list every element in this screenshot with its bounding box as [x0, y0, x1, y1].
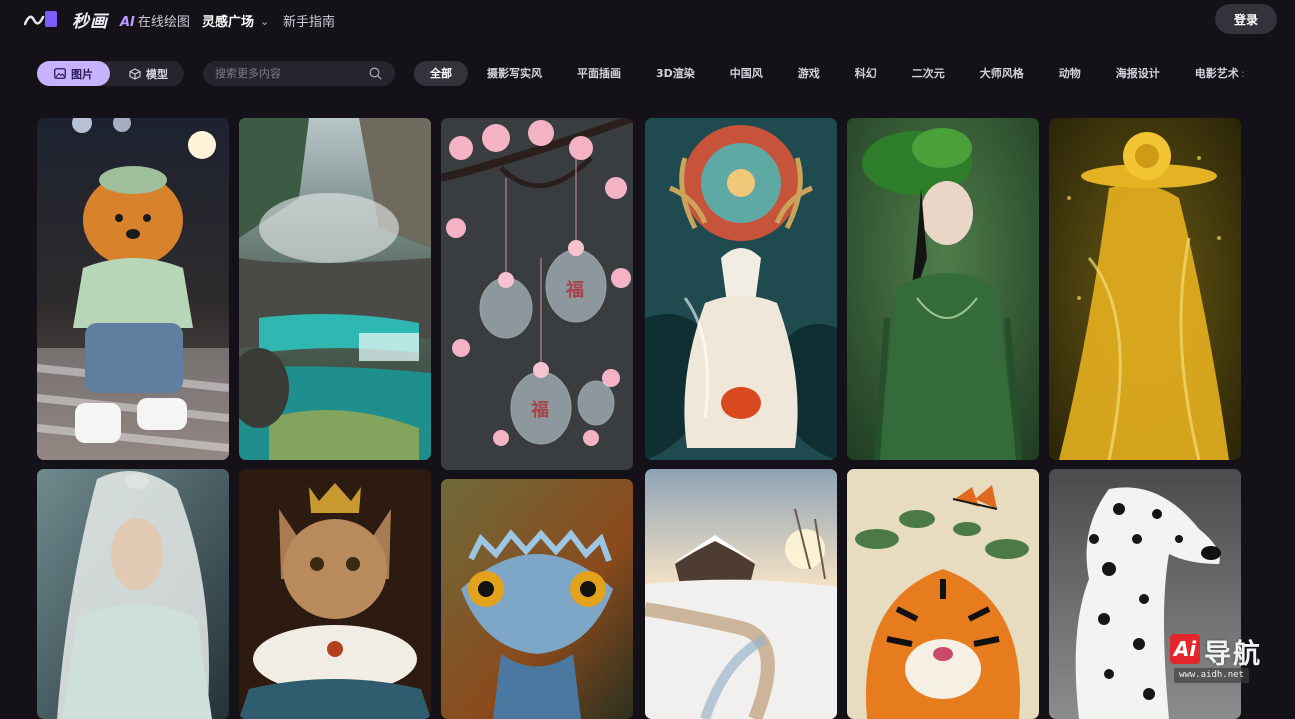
- ai-badge: AI: [120, 15, 135, 30]
- gallery-image: [1049, 118, 1241, 460]
- gallery-image: [37, 118, 229, 460]
- image-icon: [54, 68, 66, 79]
- category-tabs: 全部 摄影写实风 平面插画 3D渲染 中国风 游戏 科幻 二次元 大师风格 动物 海报设计 电影艺术: [414, 61, 1254, 86]
- gallery-card-royal-cat[interactable]: [239, 469, 431, 719]
- category-tab-games[interactable]: 游戏: [782, 61, 836, 86]
- category-tab-poster-design[interactable]: 海报设计: [1100, 61, 1176, 86]
- gallery-card-green-hanfu[interactable]: [847, 118, 1039, 460]
- category-tab-scifi[interactable]: 科幻: [839, 61, 893, 86]
- charm-glyph: 福: [566, 280, 584, 301]
- nav-guide[interactable]: 新手指南: [283, 11, 335, 30]
- category-tab-flat-illustration[interactable]: 平面插画: [561, 61, 637, 86]
- watermark-badge: Ai: [1170, 634, 1200, 664]
- gallery-image: [847, 469, 1039, 719]
- nav-inspiration[interactable]: 灵感广场 ⌄: [202, 11, 269, 30]
- gallery-image: [847, 118, 1039, 460]
- nav-ai-draw-label: 在线绘图: [137, 15, 190, 30]
- category-tab-anime[interactable]: 二次元: [896, 61, 961, 86]
- gallery-card-cherry-blossom[interactable]: 福 福: [441, 118, 633, 470]
- tab-models[interactable]: 模型: [113, 61, 184, 86]
- cube-icon: [129, 67, 141, 80]
- gallery-card-tiger[interactable]: [847, 469, 1039, 719]
- gallery-card-golden-rose[interactable]: [1049, 118, 1241, 460]
- tab-images[interactable]: 图片: [37, 61, 110, 86]
- site-watermark: Ai 导航 www.aidh.net: [1170, 632, 1272, 684]
- watermark-brand: 导航: [1204, 639, 1262, 670]
- nav-ai-draw[interactable]: AI 在线绘图: [120, 11, 190, 30]
- top-navigation: 秒画 AI 在线绘图 灵感广场 ⌄ 新手指南 登录: [0, 0, 1295, 40]
- category-tab-animals[interactable]: 动物: [1043, 61, 1097, 86]
- content-type-toggle: 图片 模型: [37, 61, 184, 86]
- login-button[interactable]: 登录: [1215, 4, 1277, 34]
- gallery-card-gecko[interactable]: [441, 479, 633, 719]
- gallery-card-waterfall[interactable]: [239, 118, 431, 460]
- category-tab-master-style[interactable]: 大师风格: [964, 61, 1040, 86]
- gallery-card-pomeranian[interactable]: [37, 118, 229, 460]
- gallery-image: [239, 469, 431, 719]
- gallery-card-swordsman[interactable]: [37, 469, 229, 719]
- category-tab-photography[interactable]: 摄影写实风: [471, 61, 558, 86]
- category-tab-all[interactable]: 全部: [414, 61, 468, 86]
- app-name: 秒画: [72, 11, 108, 32]
- chevron-down-icon: ⌄: [260, 15, 270, 28]
- search-box: [203, 61, 395, 86]
- logo-mark-icon: [24, 11, 57, 27]
- gallery-image: [645, 469, 837, 719]
- gallery-image: [239, 118, 431, 460]
- tab-images-label: 图片: [71, 67, 93, 81]
- gallery-image: [37, 469, 229, 719]
- category-more-indicator[interactable]: :: [1241, 67, 1245, 80]
- gallery-card-jade-deer[interactable]: [645, 118, 837, 460]
- app-logo[interactable]: 秒画: [24, 8, 108, 32]
- category-tab-3d-render[interactable]: 3D渲染: [640, 61, 711, 86]
- watermark-url: www.aidh.net: [1174, 668, 1250, 683]
- search-icon[interactable]: [369, 67, 382, 80]
- category-tab-chinese-style[interactable]: 中国风: [714, 61, 779, 86]
- gallery-image: [441, 479, 633, 719]
- tab-models-label: 模型: [146, 67, 168, 81]
- charm-glyph: 福: [531, 400, 549, 421]
- gallery-image: [645, 118, 837, 460]
- nav-inspiration-label: 灵感广场: [202, 15, 255, 30]
- search-input[interactable]: [215, 61, 365, 86]
- gallery-card-snow-cabin[interactable]: [645, 469, 837, 719]
